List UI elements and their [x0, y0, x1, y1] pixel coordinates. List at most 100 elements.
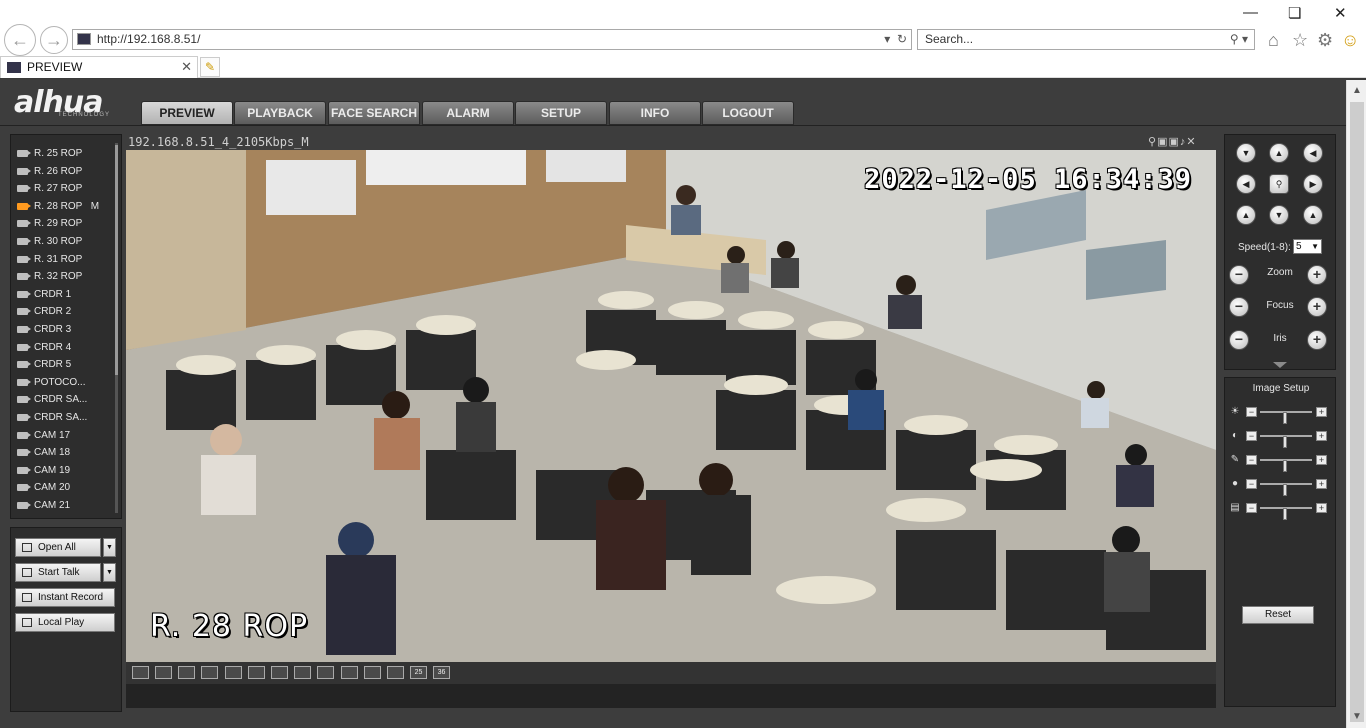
camera-list-scroll-thumb[interactable] — [115, 145, 118, 375]
scroll-up-icon[interactable]: ▲ — [1347, 82, 1366, 100]
layout-button-25[interactable]: 25 — [410, 666, 427, 679]
tab-logout[interactable]: LOGOUT — [702, 101, 794, 125]
zoom-out-button[interactable]: − — [1229, 265, 1249, 285]
slider-knob[interactable] — [1283, 484, 1287, 496]
focus-near-button[interactable]: − — [1229, 297, 1249, 317]
zoom-icon[interactable]: ⚲ — [1148, 136, 1157, 148]
reset-button[interactable]: Reset — [1242, 606, 1314, 624]
sharpness-decrease-button[interactable]: − — [1246, 503, 1257, 513]
camera-item[interactable]: POTOCO... — [15, 374, 115, 392]
refresh-icon[interactable]: ↻ — [897, 32, 907, 46]
layout-button[interactable] — [317, 666, 334, 679]
ptz-down-right-icon[interactable]: ▲ — [1303, 205, 1323, 225]
browser-tab[interactable]: PREVIEW ✕ — [0, 56, 198, 78]
close-video-icon[interactable]: ✕ — [1186, 136, 1196, 148]
ptz-down-left-icon[interactable]: ▲ — [1236, 205, 1256, 225]
back-button[interactable]: ← — [4, 24, 36, 56]
open-all-dropdown[interactable]: ▼ — [103, 538, 116, 557]
tab-preview[interactable]: PREVIEW — [141, 101, 233, 125]
ptz-up-left-icon[interactable]: ▼ — [1236, 143, 1256, 163]
camera-item[interactable]: CRDR 5 — [15, 356, 115, 374]
ptz-collapse-toggle[interactable] — [1224, 361, 1336, 371]
layout-button[interactable] — [155, 666, 172, 679]
ptz-up-right-icon[interactable]: ◀ — [1303, 143, 1323, 163]
page-scrollbar[interactable]: ▲ ▼ — [1346, 80, 1366, 728]
camera-item[interactable]: R. 26 ROP — [15, 163, 115, 181]
record-icon[interactable]: ▣ — [1157, 136, 1168, 148]
brightness-increase-button[interactable]: + — [1316, 407, 1327, 417]
ptz-left-icon[interactable]: ◀ — [1236, 174, 1256, 194]
scroll-down-icon[interactable]: ▼ — [1347, 708, 1366, 726]
camera-item[interactable]: CRDR SA... — [15, 409, 115, 427]
ptz-down-icon[interactable]: ▼ — [1269, 205, 1289, 225]
start-talk-dropdown[interactable]: ▼ — [103, 563, 116, 582]
contrast-slider[interactable] — [1260, 435, 1312, 448]
hue-increase-button[interactable]: + — [1316, 479, 1327, 489]
camera-item[interactable]: CRDR 1 — [15, 286, 115, 304]
favorites-star-icon[interactable]: ☆ — [1292, 30, 1308, 51]
camera-item[interactable]: CRDR 2 — [15, 303, 115, 321]
search-icon[interactable]: ⚲ — [1230, 32, 1239, 46]
slider-knob[interactable] — [1283, 412, 1287, 424]
zoom-in-button[interactable]: + — [1307, 265, 1327, 285]
layout-button[interactable] — [364, 666, 381, 679]
layout-button[interactable] — [132, 666, 149, 679]
slider-knob[interactable] — [1283, 436, 1287, 448]
close-window-icon[interactable]: ✕ — [1334, 4, 1347, 22]
tab-alarm[interactable]: ALARM — [422, 101, 514, 125]
camera-item-active[interactable]: R. 28 ROP M — [15, 198, 115, 216]
tab-face-search[interactable]: FACE SEARCH — [328, 101, 420, 125]
instant-record-button[interactable]: Instant Record — [15, 588, 115, 607]
tab-setup[interactable]: SETUP — [515, 101, 607, 125]
minimize-icon[interactable]: — — [1243, 4, 1258, 21]
saturation-slider[interactable] — [1260, 459, 1312, 472]
layout-button[interactable] — [178, 666, 195, 679]
restore-icon[interactable]: ❏ — [1288, 4, 1301, 22]
tab-info[interactable]: INFO — [609, 101, 701, 125]
layout-button[interactable] — [294, 666, 311, 679]
slider-knob[interactable] — [1283, 508, 1287, 520]
layout-button-36[interactable]: 36 — [433, 666, 450, 679]
camera-item[interactable]: CRDR 3 — [15, 321, 115, 339]
focus-far-button[interactable]: + — [1307, 297, 1327, 317]
layout-button[interactable] — [201, 666, 218, 679]
feedback-smiley-icon[interactable]: ☺ — [1341, 30, 1359, 51]
layout-button[interactable] — [387, 666, 404, 679]
layout-button[interactable] — [341, 666, 358, 679]
camera-item[interactable]: R. 30 ROP — [15, 233, 115, 251]
camera-item[interactable]: CAM 18 — [15, 444, 115, 462]
forward-button[interactable]: → — [40, 26, 68, 54]
layout-button[interactable] — [271, 666, 288, 679]
hue-slider[interactable] — [1260, 483, 1312, 496]
open-all-button[interactable]: Open All — [15, 538, 101, 557]
slider-knob[interactable] — [1283, 460, 1287, 472]
start-talk-button[interactable]: Start Talk — [15, 563, 101, 582]
ptz-right-icon[interactable]: ▶ — [1303, 174, 1323, 194]
iris-open-button[interactable]: + — [1307, 330, 1327, 350]
sharpness-slider[interactable] — [1260, 507, 1312, 520]
contrast-increase-button[interactable]: + — [1316, 431, 1327, 441]
address-bar[interactable]: http://192.168.8.51/ ▾ ↻ — [72, 29, 912, 50]
camera-item[interactable]: R. 25 ROP — [15, 145, 115, 163]
camera-list-scrollbar[interactable] — [115, 143, 118, 513]
scroll-thumb[interactable] — [1350, 102, 1364, 722]
video-feed[interactable]: 2022-12-05 16:34:39 R. 28 ROP — [126, 150, 1216, 662]
brightness-decrease-button[interactable]: − — [1246, 407, 1257, 417]
camera-item[interactable]: CAM 19 — [15, 462, 115, 480]
camera-item[interactable]: R. 31 ROP — [15, 251, 115, 269]
brightness-slider[interactable] — [1260, 411, 1312, 424]
dropdown-icon[interactable]: ▾ — [884, 32, 890, 46]
ptz-auto-icon[interactable]: ⚲ — [1269, 174, 1289, 194]
camera-item[interactable]: R. 32 ROP — [15, 268, 115, 286]
home-icon[interactable]: ⌂ — [1268, 30, 1279, 51]
speed-select[interactable]: 5 ▼ — [1293, 239, 1322, 254]
local-play-button[interactable]: Local Play — [15, 613, 115, 632]
saturation-decrease-button[interactable]: − — [1246, 455, 1257, 465]
layout-button[interactable] — [225, 666, 242, 679]
camera-item[interactable]: CAM 21 — [15, 497, 115, 515]
contrast-decrease-button[interactable]: − — [1246, 431, 1257, 441]
saturation-increase-button[interactable]: + — [1316, 455, 1327, 465]
search-dropdown-icon[interactable]: ▾ — [1242, 32, 1248, 46]
hue-decrease-button[interactable]: − — [1246, 479, 1257, 489]
tab-playback[interactable]: PLAYBACK — [234, 101, 326, 125]
